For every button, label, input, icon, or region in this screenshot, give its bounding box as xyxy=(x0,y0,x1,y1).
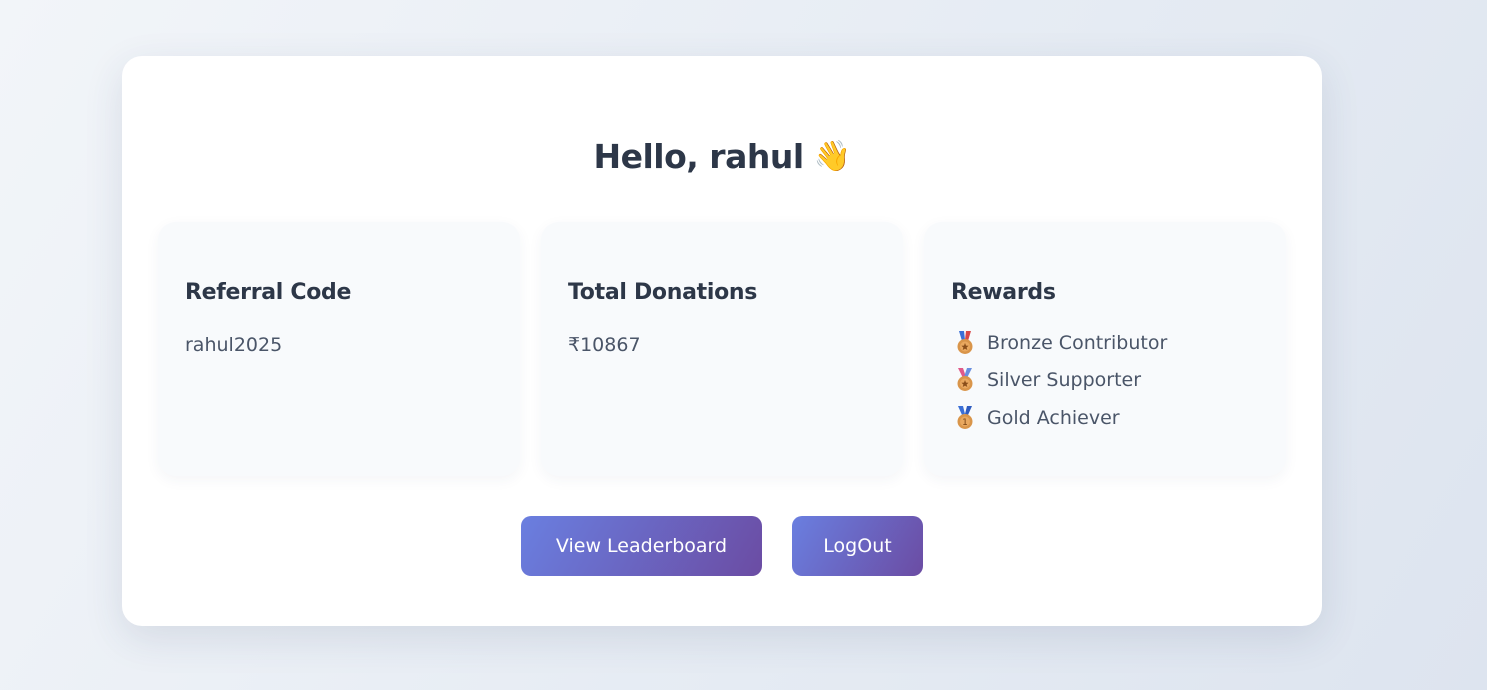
view-leaderboard-button[interactable]: View Leaderboard xyxy=(521,516,762,576)
dashboard-card: Hello, rahul 👋 Referral Code rahul2025 To… xyxy=(122,56,1322,626)
reward-label: Gold Achiever xyxy=(987,406,1120,429)
reward-item: 1 Gold Achiever xyxy=(951,399,1286,437)
silver-medal-icon xyxy=(957,368,973,392)
referral-code-value: rahul2025 xyxy=(185,334,283,356)
referral-code-title: Referral Code xyxy=(185,280,352,305)
greeting-heading: Hello, rahul 👋 xyxy=(122,134,1322,180)
total-donations-title: Total Donations xyxy=(568,280,758,305)
reward-label: Bronze Contributor xyxy=(987,331,1168,354)
summary-tiles: Referral Code rahul2025 Total Donations … xyxy=(158,222,1286,476)
total-donations-tile: Total Donations ₹10867 xyxy=(541,222,903,476)
logout-button[interactable]: LogOut xyxy=(792,516,923,576)
bronze-medal-icon xyxy=(957,330,973,354)
rewards-list: Bronze Contributor Silver Supporter 1 Go… xyxy=(951,324,1286,437)
rewards-title: Rewards xyxy=(951,280,1056,305)
referral-code-tile: Referral Code rahul2025 xyxy=(158,222,520,476)
total-donations-value: ₹10867 xyxy=(568,334,641,356)
reward-label: Silver Supporter xyxy=(987,369,1142,392)
svg-text:1: 1 xyxy=(962,418,968,428)
greeting-text: Hello, rahul xyxy=(593,137,804,176)
reward-item: Bronze Contributor xyxy=(951,324,1286,362)
rewards-tile: Rewards Bronze Contributor Silver Suppor… xyxy=(924,222,1286,476)
gold-medal-icon: 1 xyxy=(957,405,973,429)
waving-hand-icon: 👋 xyxy=(813,139,851,174)
reward-item: Silver Supporter xyxy=(951,362,1286,400)
